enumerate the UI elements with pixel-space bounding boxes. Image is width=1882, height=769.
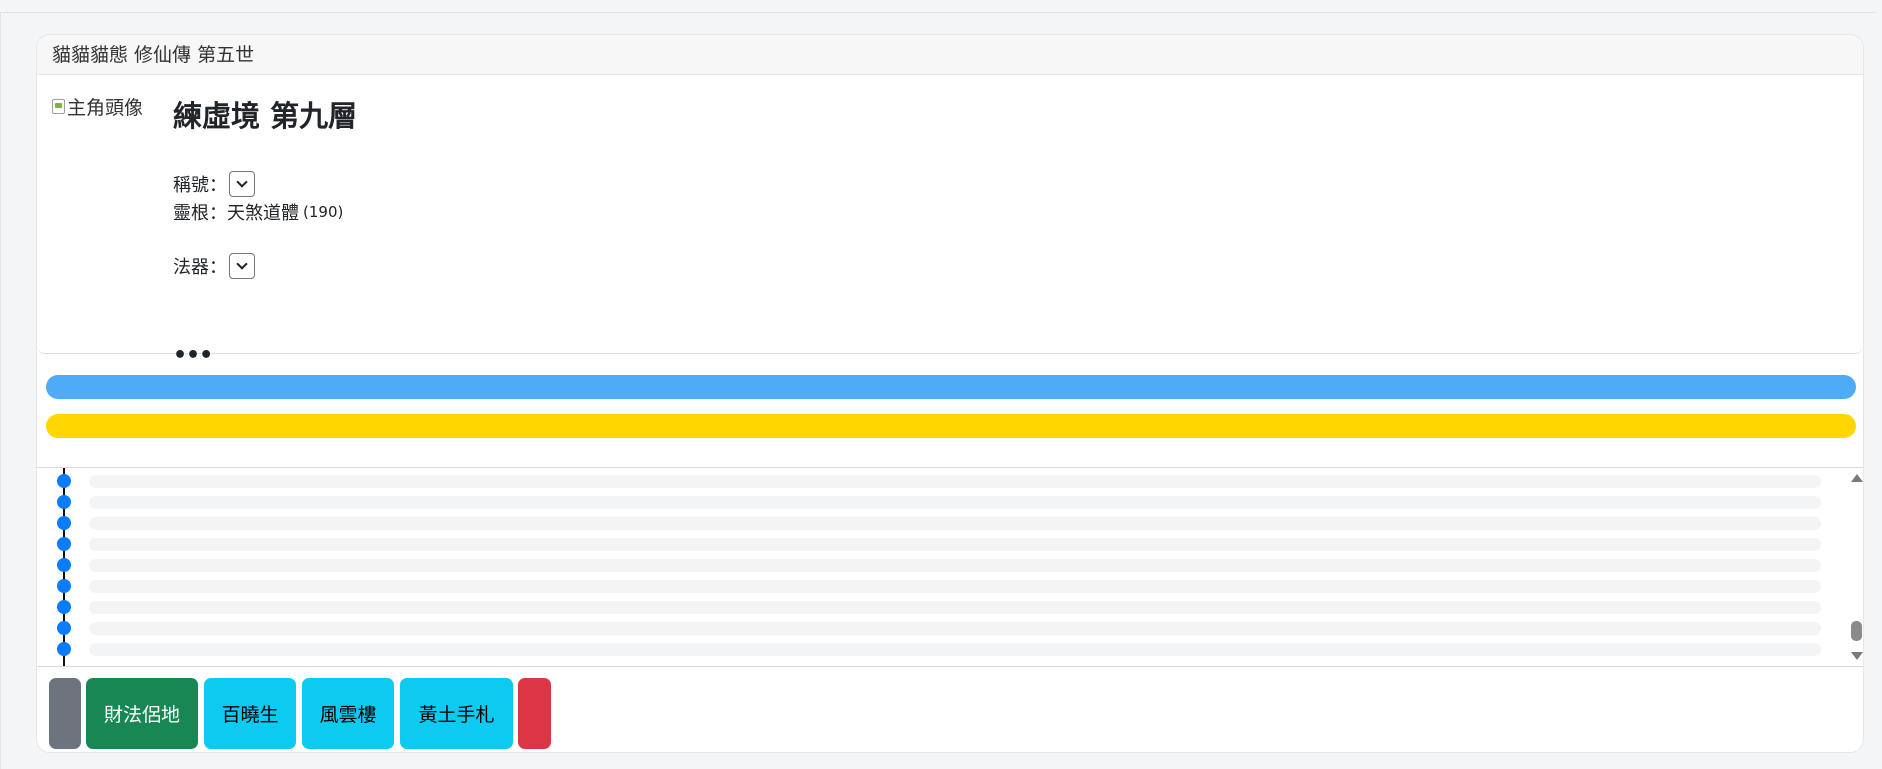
main-card: 貓貓貓態 修仙傳 第五世 主角頭像 練虛境 第九層 稱號： 靈根： 天煞道體 (… [36, 34, 1864, 753]
event-log[interactable] [37, 467, 1863, 667]
log-entry [37, 597, 1837, 617]
log-entry [37, 618, 1837, 638]
log-entry-placeholder [89, 643, 1821, 656]
scroll-up-arrow-icon[interactable] [1851, 474, 1863, 482]
yellow-progress-bar [46, 414, 1856, 438]
log-entry [37, 576, 1837, 596]
title-label: 稱號： [173, 175, 227, 196]
timeline-dot-icon [57, 621, 71, 635]
fengyun-tower-button[interactable]: 風雲樓 [302, 678, 394, 749]
avatar: 主角頭像 [52, 93, 154, 119]
character-profile: 主角頭像 練虛境 第九層 稱號： 靈根： 天煞道體 (190) 法器： ••• [37, 75, 1863, 368]
wealth-dharma-button[interactable]: 財法侶地 [86, 678, 198, 749]
artifact-row: 法器： [173, 253, 255, 279]
log-entry [37, 492, 1837, 512]
gray-action-button[interactable] [49, 678, 81, 749]
scroll-thumb[interactable] [1851, 621, 1862, 641]
log-entry [37, 555, 1837, 575]
spirit-root-value: 天煞道體 [227, 203, 299, 224]
more-button[interactable]: ••• [173, 343, 213, 368]
scroll-down-arrow-icon[interactable] [1851, 652, 1863, 660]
timeline-dot-icon [57, 642, 71, 656]
broken-image-icon [52, 98, 65, 114]
timeline-dot-icon [57, 558, 71, 572]
timeline-dot-icon [57, 474, 71, 488]
timeline-dot-icon [57, 495, 71, 509]
page-title: 貓貓貓態 修仙傳 第五世 [37, 35, 1863, 75]
log-entry-placeholder [89, 538, 1821, 551]
title-select[interactable] [229, 171, 255, 197]
avatar-alt-text: 主角頭像 [67, 96, 144, 119]
red-action-button[interactable] [518, 678, 551, 749]
log-scrollbar[interactable] [1847, 468, 1863, 666]
know-all-button[interactable]: 百曉生 [204, 678, 296, 749]
log-entry [37, 471, 1837, 491]
spirit-root-label: 靈根： [173, 203, 227, 224]
blue-progress-bar [46, 375, 1856, 399]
artifact-select[interactable] [229, 253, 255, 279]
timeline-dot-icon [57, 579, 71, 593]
log-entry-placeholder [89, 496, 1821, 509]
log-entry [37, 513, 1837, 533]
timeline-dot-icon [57, 516, 71, 530]
log-entry [37, 639, 1837, 659]
title-row: 稱號： [173, 171, 255, 197]
log-entry-placeholder [89, 475, 1821, 488]
log-entry-placeholder [89, 517, 1821, 530]
spirit-root-row: 靈根： 天煞道體 (190) [173, 199, 343, 225]
log-entry-placeholder [89, 622, 1821, 635]
cultivation-realm: 練虛境 第九層 [173, 99, 358, 133]
spirit-root-score: (190) [303, 203, 344, 221]
log-entry-placeholder [89, 601, 1821, 614]
log-entry-placeholder [89, 559, 1821, 572]
timeline-dot-icon [57, 537, 71, 551]
timeline-dot-icon [57, 600, 71, 614]
artifact-label: 法器： [173, 257, 227, 278]
yellow-earth-notes-button[interactable]: 黃土手札 [400, 678, 513, 749]
log-entry-placeholder [89, 580, 1821, 593]
log-entry [37, 534, 1837, 554]
